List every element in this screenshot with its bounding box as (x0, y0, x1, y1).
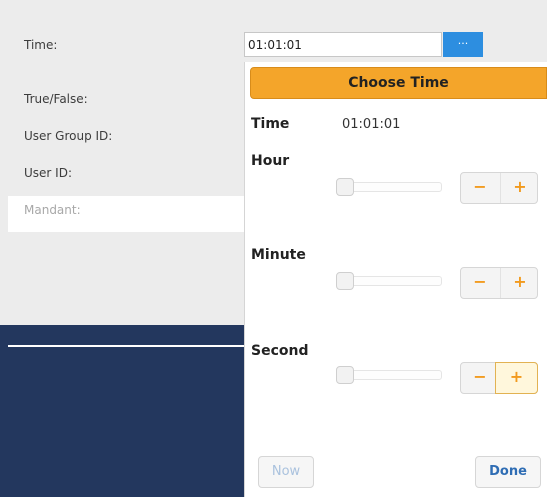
time-input[interactable]: 01:01:01 (244, 32, 442, 57)
divider (8, 345, 244, 347)
true-false-label: True/False: (24, 92, 88, 106)
time-label: Time (251, 116, 290, 132)
minute-increment-button[interactable]: + (500, 268, 539, 298)
hour-label: Hour (251, 153, 290, 169)
user-id-label: User ID: (24, 166, 72, 180)
hour-increment-button[interactable]: + (500, 173, 539, 203)
hour-decrement-button[interactable]: − (461, 173, 499, 203)
time-field-label: Time: (24, 38, 58, 52)
hour-slider-handle[interactable] (336, 178, 354, 196)
footer-panel (0, 325, 244, 497)
now-button[interactable]: Now (258, 456, 314, 488)
minute-decrement-button[interactable]: − (461, 268, 499, 298)
user-group-id-label: User Group ID: (24, 129, 113, 143)
open-time-picker-button[interactable]: ... (443, 32, 483, 57)
second-label: Second (251, 343, 309, 359)
second-stepper: − + (460, 362, 538, 394)
mandant-label: Mandant: (24, 203, 81, 217)
hour-stepper: − + (460, 172, 538, 204)
picker-title: Choose Time (250, 67, 547, 99)
minute-stepper: − + (460, 267, 538, 299)
done-button[interactable]: Done (475, 456, 541, 488)
second-increment-button[interactable]: + (495, 362, 538, 394)
time-display: 01:01:01 (342, 117, 401, 132)
minute-slider-handle[interactable] (336, 272, 354, 290)
minute-label: Minute (251, 247, 306, 263)
second-slider-handle[interactable] (336, 366, 354, 384)
second-decrement-button[interactable]: − (461, 363, 499, 393)
popup-edge (244, 62, 245, 497)
